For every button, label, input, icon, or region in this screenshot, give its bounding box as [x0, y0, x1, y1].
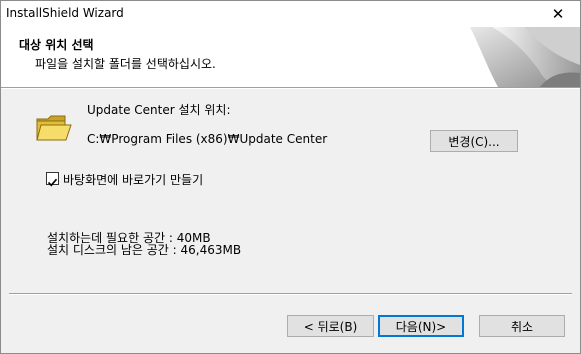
page-title: 대상 위치 선택	[19, 38, 94, 52]
folder-icon	[36, 115, 72, 141]
close-icon[interactable]: ✕	[536, 1, 580, 27]
desktop-shortcut-checkbox[interactable]	[46, 172, 59, 187]
back-button[interactable]: < 뒤로(B)	[287, 315, 374, 337]
installshield-window: InstallShield Wizard ✕ 대상 위치 선택 파일을 설치할 …	[0, 0, 581, 354]
window-title: InstallShield Wizard	[6, 6, 124, 20]
cancel-button[interactable]: 취소	[479, 315, 565, 337]
change-button[interactable]: 변경(C)...	[430, 130, 518, 152]
title-bar: InstallShield Wizard ✕	[1, 1, 580, 27]
check-icon	[47, 178, 58, 187]
destination-path: C:₩Program Files (x86)₩Update Center	[87, 132, 328, 146]
header-banner: 대상 위치 선택 파일을 설치할 폴더를 선택하십시오.	[1, 27, 580, 87]
desktop-shortcut-label[interactable]: 바탕화면에 바로가기 만들기	[63, 171, 203, 188]
destination-label: Update Center 설치 위치:	[87, 103, 231, 117]
header-divider	[1, 87, 580, 89]
banner-art-icon	[470, 27, 580, 87]
available-space-text: 설치 디스크의 남은 공간 : 46,463MB	[47, 243, 242, 257]
next-button[interactable]: 다음(N)>	[378, 315, 464, 337]
page-subtitle: 파일을 설치할 폴더를 선택하십시오.	[35, 57, 216, 71]
footer-divider	[9, 293, 572, 295]
